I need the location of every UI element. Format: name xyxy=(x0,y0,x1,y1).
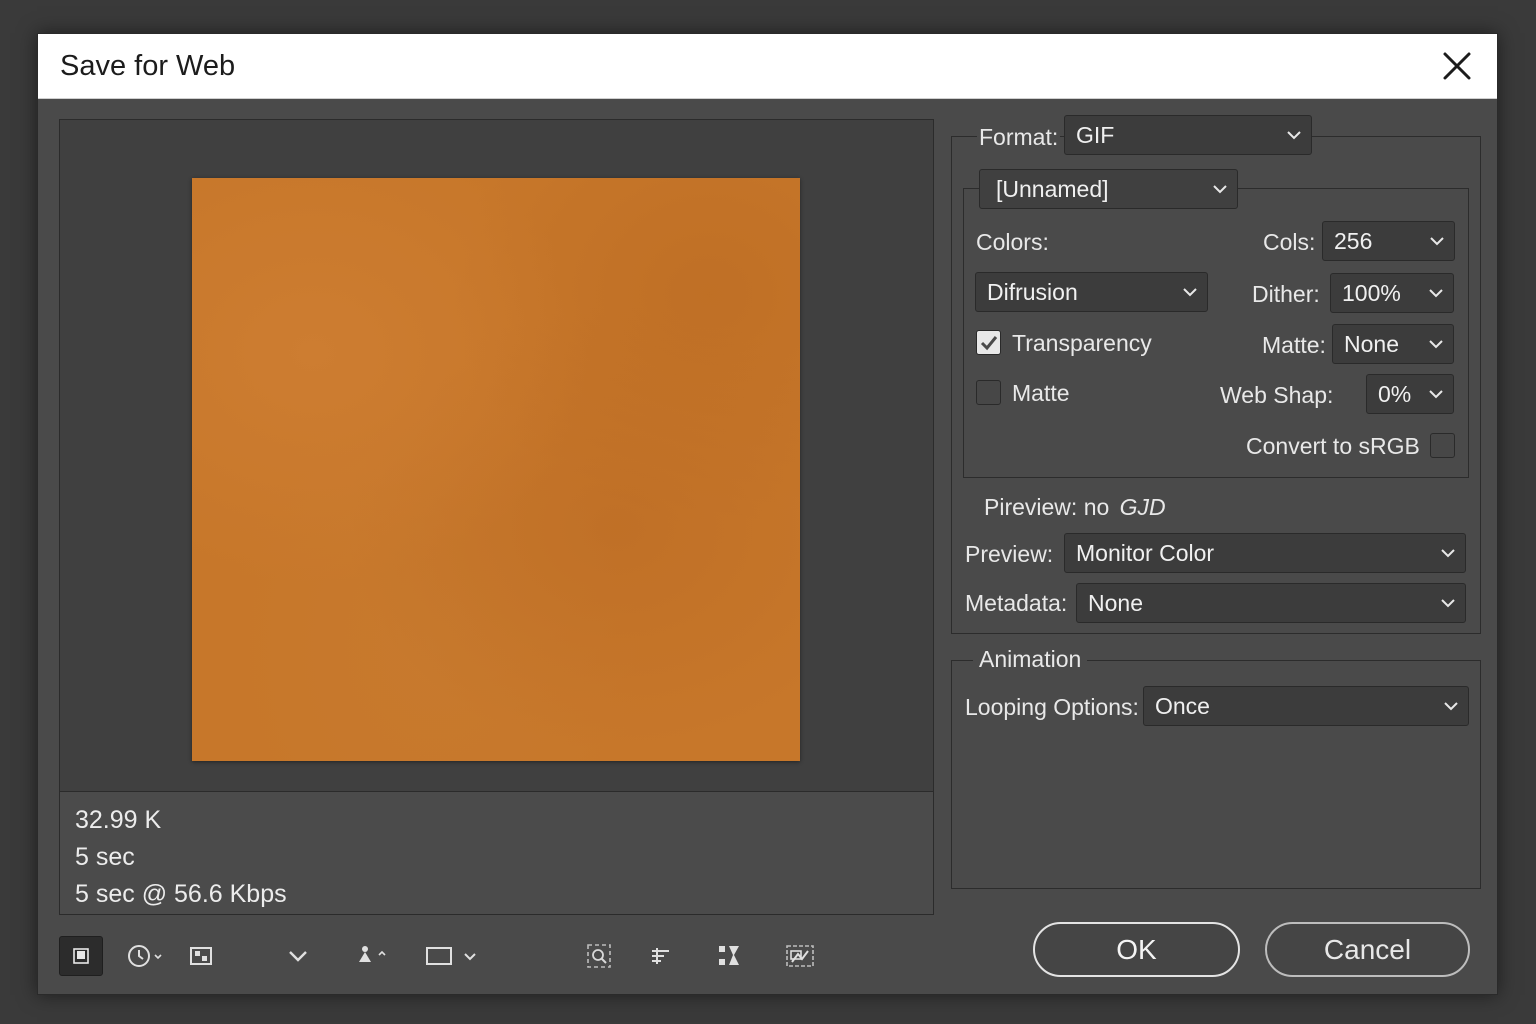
save-for-web-dialog: Save for Web 32.99 K 5 sec 5 sec @ 56.6 … xyxy=(37,33,1498,995)
looping-value: Once xyxy=(1155,693,1210,719)
pireview-text: Pireview: no xyxy=(984,494,1110,520)
cols-label: Cols: xyxy=(1263,229,1316,255)
preview-select[interactable]: Monitor Color xyxy=(1064,533,1466,573)
cols-select[interactable]: 256 xyxy=(1322,221,1455,261)
convert-srgb-label: Convert to sRGB xyxy=(1246,433,1420,459)
chevron-down-icon xyxy=(1444,702,1458,711)
format-select[interactable]: GIF xyxy=(1064,115,1312,155)
webshap-value: 0% xyxy=(1378,381,1412,407)
matte-value: None xyxy=(1344,331,1399,357)
preview-toggle-button[interactable] xyxy=(59,936,103,976)
dither-select[interactable]: 100% xyxy=(1330,273,1454,313)
ok-button[interactable]: OK xyxy=(1033,922,1240,977)
metadata-select[interactable]: None xyxy=(1076,583,1466,623)
metadata-label: Metadata: xyxy=(965,590,1068,616)
format-value: GIF xyxy=(1076,122,1115,148)
eyedropper-button[interactable] xyxy=(349,936,393,976)
chevron-down-icon xyxy=(1441,599,1455,608)
reduction-value: Difrusion xyxy=(987,279,1078,305)
preview-panel: 32.99 K 5 sec 5 sec @ 56.6 Kbps xyxy=(59,119,934,915)
clock-icon xyxy=(128,945,162,967)
slice-button[interactable] xyxy=(711,936,747,976)
colors-label: Colors: xyxy=(976,229,1049,255)
frame-icon xyxy=(426,947,476,965)
titlebar: Save for Web xyxy=(38,34,1497,99)
clock-menu-button[interactable] xyxy=(125,936,169,976)
matte-label: Matte: xyxy=(1262,332,1326,358)
chevron-down-icon xyxy=(289,951,307,962)
palette-icon xyxy=(190,947,212,965)
format-label: Format: xyxy=(977,124,1061,151)
cols-value: 256 xyxy=(1334,228,1373,254)
pireview-glyph: GJD xyxy=(1119,494,1166,520)
webshap-select[interactable]: 0% xyxy=(1366,374,1454,414)
matte-checkbox[interactable] xyxy=(976,380,1001,405)
matte-select[interactable]: None xyxy=(1332,324,1454,364)
metadata-value: None xyxy=(1088,590,1143,616)
slice-icon xyxy=(719,946,739,965)
chevron-down-icon xyxy=(1430,237,1444,246)
chevron-down-icon xyxy=(1287,131,1301,140)
chevron-down-icon xyxy=(1429,289,1443,298)
preview-image xyxy=(192,178,800,761)
dither-label: Dither: xyxy=(1252,281,1320,307)
download-speed: 5 sec @ 56.6 Kbps xyxy=(75,880,287,908)
reduction-select[interactable]: Difrusion xyxy=(975,272,1208,312)
chevron-down-icon xyxy=(1429,390,1443,399)
convert-srgb-checkbox[interactable] xyxy=(1430,433,1455,458)
cancel-button[interactable]: Cancel xyxy=(1265,922,1470,977)
preview-toggle-icon xyxy=(73,948,89,964)
close-icon xyxy=(1443,52,1471,80)
frame-button[interactable] xyxy=(421,936,485,976)
preview-value: Monitor Color xyxy=(1076,540,1215,566)
chevron-down-icon xyxy=(1441,549,1455,558)
browser-preview-icon xyxy=(786,945,814,967)
file-size: 32.99 K xyxy=(75,806,162,834)
preview-label: Preview: xyxy=(965,541,1054,567)
preset-value: [Unnamed] xyxy=(996,176,1109,202)
dither-value: 100% xyxy=(1342,280,1401,306)
download-time: 5 sec xyxy=(75,843,135,871)
eyedropper-icon xyxy=(359,946,386,962)
close-button[interactable] xyxy=(1439,48,1475,84)
align-button[interactable] xyxy=(643,936,679,976)
pireview-status: Pireview: no GJD xyxy=(984,494,1166,521)
zoom-icon xyxy=(587,944,611,968)
transparency-checkbox[interactable] xyxy=(976,330,1001,355)
looping-label: Looping Options: xyxy=(965,694,1139,720)
matte-check-label: Matte xyxy=(1012,380,1070,406)
preset-select[interactable]: [Unnamed] xyxy=(979,169,1238,209)
looping-select[interactable]: Once xyxy=(1143,686,1469,726)
chevron-down-icon xyxy=(1183,288,1197,297)
browser-preview-button[interactable] xyxy=(781,936,819,976)
animation-legend: Animation xyxy=(973,646,1088,673)
chevron-down-icon xyxy=(1429,340,1443,349)
chevron-down-icon xyxy=(1213,185,1227,194)
transparency-label: Transparency xyxy=(1012,330,1152,356)
align-icon xyxy=(652,948,669,964)
preview-toolbar xyxy=(59,936,819,976)
zoom-button[interactable] xyxy=(581,936,617,976)
file-info: 32.99 K 5 sec 5 sec @ 56.6 Kbps xyxy=(75,802,287,913)
webshap-label: Web Shap: xyxy=(1220,382,1334,408)
image-canvas[interactable] xyxy=(60,120,933,792)
dropdown-button[interactable] xyxy=(281,936,315,976)
checkmark-icon xyxy=(980,336,998,351)
dialog-title: Save for Web xyxy=(60,50,236,82)
palette-button[interactable] xyxy=(184,936,218,976)
